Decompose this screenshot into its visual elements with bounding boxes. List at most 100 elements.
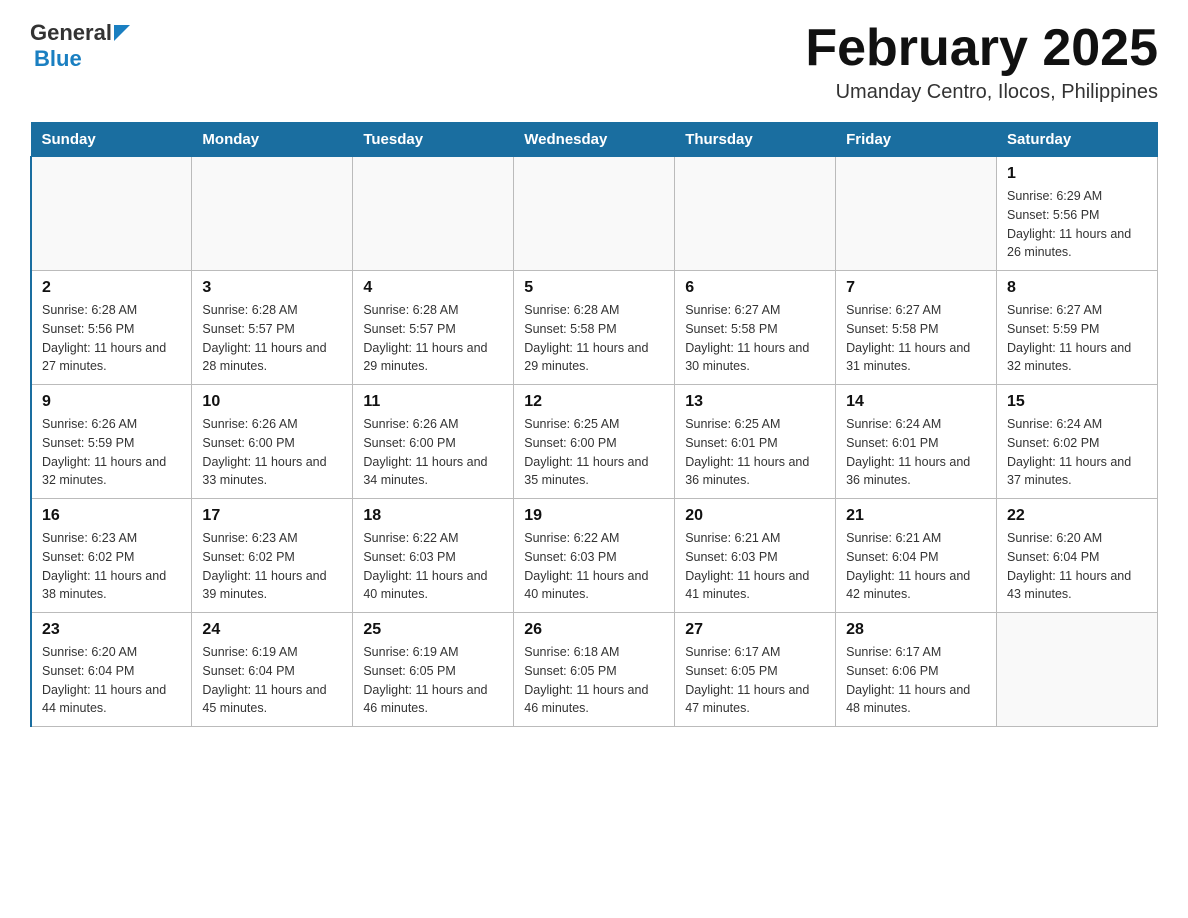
day-info: Sunrise: 6:20 AMSunset: 6:04 PMDaylight:… [42,643,181,718]
day-info: Sunrise: 6:29 AMSunset: 5:56 PMDaylight:… [1007,187,1147,262]
day-number: 19 [524,507,664,525]
calendar-cell: 14 Sunrise: 6:24 AMSunset: 6:01 PMDayligh… [836,385,997,499]
day-info: Sunrise: 6:17 AMSunset: 6:05 PMDaylight:… [685,643,825,718]
weekday-header-sunday: Sunday [31,123,192,157]
day-info: Sunrise: 6:25 AMSunset: 6:01 PMDaylight:… [685,415,825,490]
day-number: 4 [363,279,503,297]
day-info: Sunrise: 6:28 AMSunset: 5:57 PMDaylight:… [363,301,503,376]
logo-blue-text: Blue [34,46,82,71]
day-info: Sunrise: 6:22 AMSunset: 6:03 PMDaylight:… [524,529,664,604]
calendar-cell: 18 Sunrise: 6:22 AMSunset: 6:03 PMDayligh… [353,499,514,613]
day-number: 11 [363,393,503,411]
calendar-cell: 23 Sunrise: 6:20 AMSunset: 6:04 PMDayligh… [31,613,192,727]
day-number: 16 [42,507,181,525]
week-row-3: 9 Sunrise: 6:26 AMSunset: 5:59 PMDaylight… [31,385,1158,499]
day-number: 20 [685,507,825,525]
calendar-cell: 27 Sunrise: 6:17 AMSunset: 6:05 PMDayligh… [675,613,836,727]
calendar-cell: 25 Sunrise: 6:19 AMSunset: 6:05 PMDayligh… [353,613,514,727]
day-number: 21 [846,507,986,525]
calendar-cell: 1 Sunrise: 6:29 AMSunset: 5:56 PMDaylight… [997,157,1158,271]
calendar-cell [353,157,514,271]
calendar-cell: 4 Sunrise: 6:28 AMSunset: 5:57 PMDaylight… [353,271,514,385]
calendar-cell: 2 Sunrise: 6:28 AMSunset: 5:56 PMDaylight… [31,271,192,385]
week-row-1: 1 Sunrise: 6:29 AMSunset: 5:56 PMDaylight… [31,157,1158,271]
calendar-cell: 19 Sunrise: 6:22 AMSunset: 6:03 PMDayligh… [514,499,675,613]
day-number: 14 [846,393,986,411]
week-row-5: 23 Sunrise: 6:20 AMSunset: 6:04 PMDayligh… [31,613,1158,727]
day-number: 7 [846,279,986,297]
calendar-cell: 11 Sunrise: 6:26 AMSunset: 6:00 PMDayligh… [353,385,514,499]
calendar-cell: 24 Sunrise: 6:19 AMSunset: 6:04 PMDayligh… [192,613,353,727]
day-info: Sunrise: 6:24 AMSunset: 6:02 PMDaylight:… [1007,415,1147,490]
day-number: 15 [1007,393,1147,411]
day-info: Sunrise: 6:22 AMSunset: 6:03 PMDaylight:… [363,529,503,604]
calendar-cell: 9 Sunrise: 6:26 AMSunset: 5:59 PMDaylight… [31,385,192,499]
day-info: Sunrise: 6:28 AMSunset: 5:56 PMDaylight:… [42,301,181,376]
calendar-cell: 16Sunrise: 6:23 AMSunset: 6:02 PMDayligh… [31,499,192,613]
weekday-header-monday: Monday [192,123,353,157]
calendar-cell: 21Sunrise: 6:21 AMSunset: 6:04 PMDayligh… [836,499,997,613]
day-number: 23 [42,621,181,639]
title-section: February 2025 Umanday Centro, Ilocos, Ph… [805,20,1158,104]
day-number: 6 [685,279,825,297]
logo: General Blue [30,20,130,72]
day-number: 12 [524,393,664,411]
calendar-cell: 3 Sunrise: 6:28 AMSunset: 5:57 PMDaylight… [192,271,353,385]
day-info: Sunrise: 6:19 AMSunset: 6:05 PMDaylight:… [363,643,503,718]
calendar-cell: 8Sunrise: 6:27 AMSunset: 5:59 PMDaylight… [997,271,1158,385]
day-info: Sunrise: 6:28 AMSunset: 5:58 PMDaylight:… [524,301,664,376]
day-info: Sunrise: 6:23 AMSunset: 6:02 PMDaylight:… [202,529,342,604]
logo-wordmark: General [30,20,130,46]
calendar-cell: 12 Sunrise: 6:25 AMSunset: 6:00 PMDayligh… [514,385,675,499]
day-info: Sunrise: 6:18 AMSunset: 6:05 PMDaylight:… [524,643,664,718]
day-info: Sunrise: 6:26 AMSunset: 5:59 PMDaylight:… [42,415,181,490]
calendar-cell [997,613,1158,727]
day-info: Sunrise: 6:21 AMSunset: 6:03 PMDaylight:… [685,529,825,604]
day-info: Sunrise: 6:19 AMSunset: 6:04 PMDaylight:… [202,643,342,718]
day-number: 5 [524,279,664,297]
day-number: 26 [524,621,664,639]
day-info: Sunrise: 6:28 AMSunset: 5:57 PMDaylight:… [202,301,342,376]
day-number: 27 [685,621,825,639]
calendar-cell: 28Sunrise: 6:17 AMSunset: 6:06 PMDayligh… [836,613,997,727]
calendar-cell [31,157,192,271]
week-row-4: 16 Sunrise: 6:23 AMSunset: 6:02 PMDayligh… [31,499,1158,613]
day-info: Sunrise: 6:20 AMSunset: 6:04 PMDaylight:… [1007,529,1147,604]
day-number: 24 [202,621,342,639]
calendar-cell: 13 Sunrise: 6:25 AMSunset: 6:01 PMDayligh… [675,385,836,499]
day-info: Sunrise: 6:27 AMSunset: 5:59 PMDaylight:… [1007,301,1147,376]
day-info: Sunrise: 6:26 AMSunset: 6:00 PMDaylight:… [202,415,342,490]
calendar-cell: 22Sunrise: 6:20 AMSunset: 6:04 PMDayligh… [997,499,1158,613]
day-info: Sunrise: 6:24 AMSunset: 6:01 PMDaylight:… [846,415,986,490]
calendar-cell: 5 Sunrise: 6:28 AMSunset: 5:58 PMDaylight… [514,271,675,385]
day-info: Sunrise: 6:27 AMSunset: 5:58 PMDaylight:… [685,301,825,376]
weekday-header-saturday: Saturday [997,123,1158,157]
day-number: 18 [363,507,503,525]
weekday-header-wednesday: Wednesday [514,123,675,157]
calendar-subtitle: Umanday Centro, Ilocos, Philippines [805,81,1158,104]
calendar-title: February 2025 [805,20,1158,77]
day-number: 10 [202,393,342,411]
day-info: Sunrise: 6:17 AMSunset: 6:06 PMDaylight:… [846,643,986,718]
logo-arrow-icon [114,25,130,41]
calendar-cell: 7 Sunrise: 6:27 AMSunset: 5:58 PMDaylight… [836,271,997,385]
weekday-header-thursday: Thursday [675,123,836,157]
day-number: 25 [363,621,503,639]
day-info: Sunrise: 6:25 AMSunset: 6:00 PMDaylight:… [524,415,664,490]
week-row-2: 2 Sunrise: 6:28 AMSunset: 5:56 PMDaylight… [31,271,1158,385]
day-number: 1 [1007,165,1147,183]
day-info: Sunrise: 6:27 AMSunset: 5:58 PMDaylight:… [846,301,986,376]
calendar-table: SundayMondayTuesdayWednesdayThursdayFrid… [30,122,1158,727]
day-info: Sunrise: 6:26 AMSunset: 6:00 PMDaylight:… [363,415,503,490]
calendar-cell [675,157,836,271]
calendar-cell: 10 Sunrise: 6:26 AMSunset: 6:00 PMDayligh… [192,385,353,499]
calendar-cell: 6 Sunrise: 6:27 AMSunset: 5:58 PMDaylight… [675,271,836,385]
calendar-cell [192,157,353,271]
day-number: 17 [202,507,342,525]
weekday-header-row: SundayMondayTuesdayWednesdayThursdayFrid… [31,123,1158,157]
day-number: 13 [685,393,825,411]
weekday-header-tuesday: Tuesday [353,123,514,157]
day-number: 2 [42,279,181,297]
day-number: 3 [202,279,342,297]
day-number: 9 [42,393,181,411]
